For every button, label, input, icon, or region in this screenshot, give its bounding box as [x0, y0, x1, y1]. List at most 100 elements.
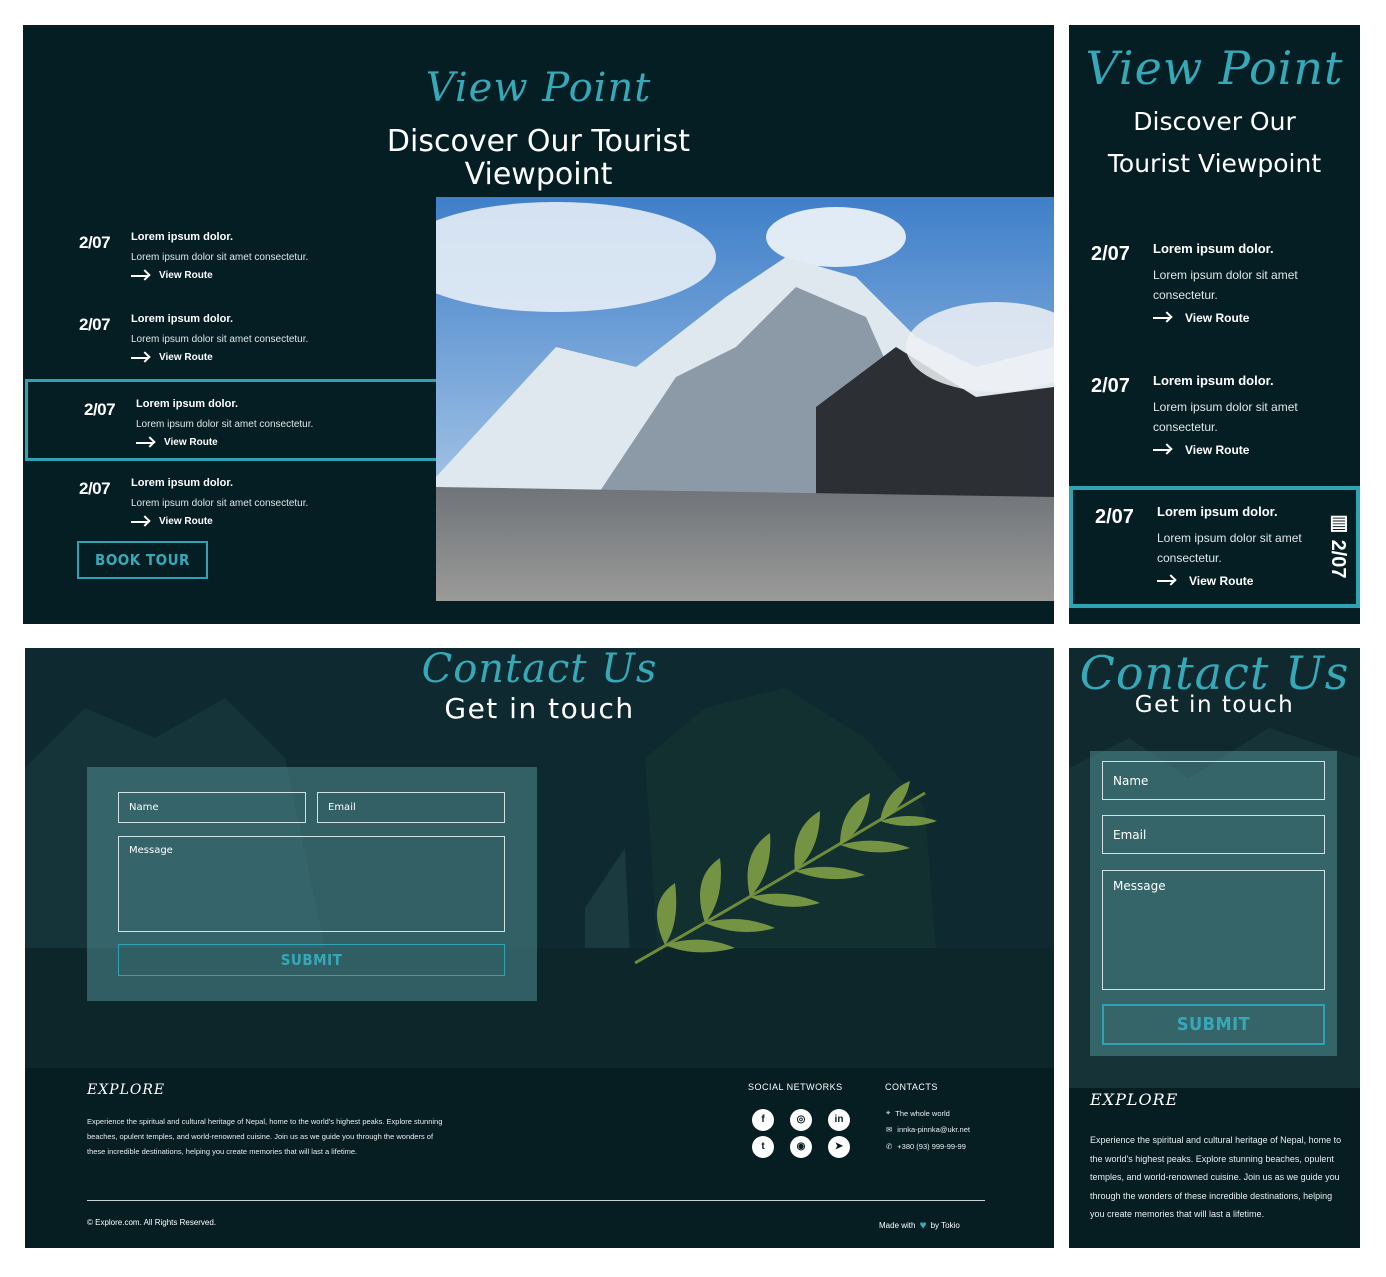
contact-form: SUBMIT — [1090, 751, 1337, 1056]
footer-logo[interactable]: EXPLORE — [87, 1082, 165, 1098]
route-description: Lorem ipsum dolor sit amet consectetur. — [1153, 400, 1298, 434]
route-item[interactable]: 2/07 Lorem ipsum dolor. Lorem ipsum dolo… — [23, 297, 463, 379]
contact-subtitle: Get in touch — [1134, 692, 1295, 718]
route-description: Lorem ipsum dolor sit amet consectetur. — [131, 498, 309, 509]
route-title: Lorem ipsum dolor. — [1157, 504, 1278, 519]
route-description: Lorem ipsum dolor sit amet consectetur. — [1157, 531, 1302, 565]
made-by-text: by Tokio — [930, 1220, 960, 1230]
route-date: 2/07 — [79, 233, 111, 252]
route-date: 2/07 — [79, 315, 111, 334]
submit-button[interactable]: SUBMIT — [1102, 1004, 1325, 1045]
view-route-label: View Route — [1189, 574, 1254, 588]
email-field[interactable] — [1102, 815, 1325, 854]
view-route-label: View Route — [159, 352, 213, 363]
name-field[interactable] — [1102, 761, 1325, 800]
route-date: 2/07 — [1095, 506, 1134, 528]
viewpoint-script-title: View Point — [1085, 41, 1344, 95]
made-with-text: Made with — [879, 1220, 916, 1230]
contact-desktop: Contact Us Get in touch SUBMIT EXPLORE E… — [25, 648, 1054, 1248]
route-item[interactable]: 2/07 Lorem ipsum dolor. Lorem ipsum dolo… — [1069, 227, 1360, 349]
calendar-icon: ▤ — [1327, 510, 1349, 534]
github-icon[interactable]: ◉ — [790, 1136, 812, 1158]
route-description: Lorem ipsum dolor sit amet consectetur. — [131, 252, 309, 263]
location-icon: ⌖ — [886, 1108, 891, 1117]
route-item-active[interactable]: 2/07 Lorem ipsum dolor. Lorem ipsum dolo… — [25, 379, 463, 461]
route-description: Lorem ipsum dolor sit amet consectetur. — [1153, 268, 1298, 302]
contact-phone[interactable]: ✆ +380 (93) 999-99-99 — [886, 1142, 966, 1151]
contact-form: SUBMIT — [87, 767, 537, 1001]
contact-email-text: innka-pinnka@ukr.net — [897, 1125, 970, 1134]
contacts-title: CONTACTS — [885, 1082, 938, 1092]
arrow-right-icon — [136, 441, 154, 444]
view-route-link[interactable]: View Route — [1157, 574, 1253, 588]
copyright-text: © Explore.com. All Rights Reserved. — [87, 1218, 217, 1227]
arrow-right-icon — [131, 274, 149, 277]
contact-phone-text: +380 (93) 999-99-99 — [897, 1142, 966, 1151]
twitter-icon[interactable]: t — [752, 1136, 774, 1158]
footer-description: Experience the spiritual and cultural he… — [87, 1117, 443, 1156]
active-date-label: 2/07 — [1327, 539, 1349, 579]
view-route-label: View Route — [164, 437, 218, 448]
route-date: 2/07 — [1091, 243, 1130, 265]
palm-leaf-image — [634, 781, 937, 965]
viewpoint-subtitle: Discover Our Tourist Viewpoint — [1107, 107, 1322, 178]
viewpoint-mobile: View Point Discover Our Tourist Viewpoin… — [1069, 25, 1360, 624]
heart-icon: ♥ — [919, 1218, 927, 1232]
view-route-label: View Route — [159, 270, 213, 281]
route-item-active[interactable]: 2/07 Lorem ipsum dolor. Lorem ipsum dolo… — [1069, 486, 1360, 608]
arrow-right-icon — [1153, 449, 1171, 451]
social-networks-title: SOCIAL NETWORKS — [748, 1082, 843, 1092]
email-field[interactable] — [317, 792, 505, 823]
facebook-icon[interactable]: f — [752, 1109, 774, 1131]
route-title: Lorem ipsum dolor. — [136, 398, 239, 410]
viewpoint-subtitle: Discover Our Tourist Viewpoint — [386, 124, 691, 192]
view-route-label: View Route — [1185, 311, 1250, 325]
view-route-link[interactable]: View Route — [1153, 443, 1249, 457]
phone-icon: ✆ — [886, 1142, 893, 1151]
contact-location-text: The whole world — [895, 1108, 950, 1118]
route-description: Lorem ipsum dolor sit amet consectetur. — [136, 419, 314, 430]
book-tour-button[interactable]: BOOK TOUR — [77, 541, 208, 579]
footer-description: Experience the spiritual and cultural he… — [1090, 1135, 1342, 1220]
route-date: 2/07 — [79, 479, 111, 498]
site-footer: EXPLORE Experience the spiritual and cul… — [25, 1068, 1054, 1248]
contact-subtitle: Get in touch — [444, 692, 635, 725]
view-route-link[interactable]: View Route — [131, 352, 213, 363]
active-date-tag: ▤ 2/07 — [1326, 510, 1350, 579]
route-item[interactable]: 2/07 Lorem ipsum dolor. Lorem ipsum dolo… — [23, 461, 463, 543]
linkedin-icon[interactable]: in — [828, 1109, 850, 1131]
route-date: 2/07 — [1091, 375, 1130, 397]
telegram-icon[interactable]: ➤ — [828, 1136, 850, 1158]
route-title: Lorem ipsum dolor. — [131, 313, 234, 325]
arrow-right-icon — [1157, 580, 1175, 582]
view-route-link[interactable]: View Route — [136, 437, 218, 448]
view-route-link[interactable]: View Route — [131, 516, 213, 527]
viewpoint-desktop: View Point Discover Our Tourist Viewpoin… — [23, 25, 1054, 624]
arrow-right-icon — [1153, 317, 1171, 319]
view-route-link[interactable]: View Route — [1153, 311, 1249, 325]
instagram-icon[interactable]: ◎ — [790, 1109, 812, 1131]
name-field[interactable] — [118, 792, 306, 823]
message-field[interactable] — [118, 836, 505, 932]
message-field[interactable] — [1102, 870, 1325, 990]
mountain-image — [436, 197, 1054, 601]
contact-email[interactable]: ✉ innka-pinnka@ukr.net — [886, 1125, 970, 1134]
route-date: 2/07 — [84, 400, 116, 419]
route-description: Lorem ipsum dolor sit amet consectetur. — [131, 334, 309, 345]
route-title: Lorem ipsum dolor. — [131, 477, 234, 489]
arrow-right-icon — [131, 520, 149, 523]
route-item[interactable]: 2/07 Lorem ipsum dolor. Lorem ipsum dolo… — [23, 215, 463, 297]
route-title: Lorem ipsum dolor. — [1153, 241, 1274, 256]
route-item[interactable]: 2/07 Lorem ipsum dolor. Lorem ipsum dolo… — [1069, 359, 1360, 481]
route-title: Lorem ipsum dolor. — [131, 231, 234, 243]
footer-divider — [87, 1200, 985, 1201]
footer-logo[interactable]: EXPLORE — [1090, 1090, 1178, 1109]
contact-location: ⌖ The whole world — [886, 1108, 950, 1118]
view-route-label: View Route — [1185, 443, 1250, 457]
contact-script-title: Contact Us — [421, 648, 658, 692]
route-list: 2/07 Lorem ipsum dolor. Lorem ipsum dolo… — [23, 215, 463, 543]
submit-button[interactable]: SUBMIT — [118, 944, 505, 976]
view-route-link[interactable]: View Route — [131, 270, 213, 281]
arrow-right-icon — [131, 356, 149, 359]
mail-icon: ✉ — [886, 1125, 893, 1134]
